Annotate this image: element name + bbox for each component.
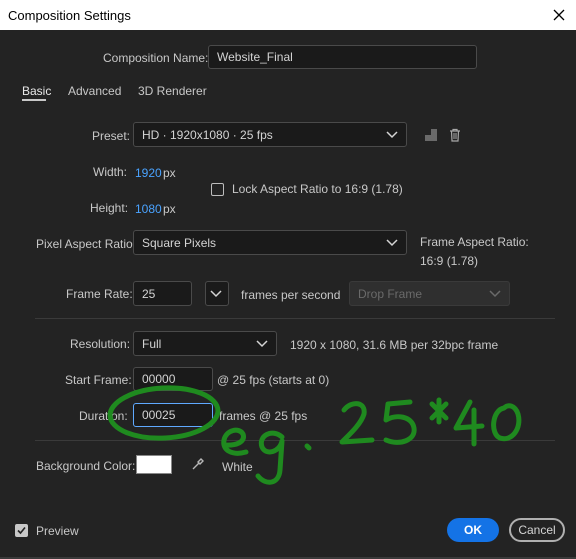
delete-preset-icon[interactable] [449, 128, 461, 142]
drop-frame-dropdown: Drop Frame [349, 281, 510, 306]
chevron-down-icon [386, 238, 398, 246]
frame-rate-unit: frames per second [241, 288, 341, 302]
drop-frame-value: Drop Frame [358, 286, 423, 301]
chevron-down-icon [256, 339, 268, 347]
frame-aspect-value: 16:9 (1.78) [420, 254, 479, 268]
pixel-aspect-value: Square Pixels [142, 235, 217, 250]
frame-rate-label: Frame Rate: [66, 287, 133, 301]
preset-label: Preset: [92, 129, 131, 143]
height-label: Height: [90, 201, 129, 215]
pixel-aspect-dropdown[interactable]: Square Pixels [133, 230, 407, 255]
checkmark-icon [17, 526, 26, 535]
frame-aspect-label: Frame Aspect Ratio: [420, 235, 529, 249]
resolution-info: 1920 x 1080, 31.6 MB per 32bpc frame [290, 338, 499, 352]
background-color-name: White [222, 460, 253, 474]
background-color-swatch[interactable] [136, 455, 172, 474]
resolution-label: Resolution: [70, 337, 131, 351]
eyedropper-icon[interactable] [191, 457, 205, 471]
active-tab-indicator [22, 99, 46, 101]
comp-name-input[interactable]: Website_Final [208, 45, 477, 69]
start-frame-input[interactable]: 00000 [133, 367, 213, 391]
close-icon[interactable] [546, 2, 572, 28]
section-divider [35, 318, 555, 319]
window-title: Composition Settings [8, 8, 131, 23]
frame-rate-value: 25 [142, 286, 156, 301]
start-frame-value: 00000 [142, 372, 176, 386]
height-unit: px [163, 202, 176, 216]
start-frame-label: Start Frame: [65, 373, 132, 387]
resolution-dropdown[interactable]: Full [133, 331, 277, 356]
pixel-aspect-label: Pixel Aspect Ratio: [36, 237, 137, 251]
frame-rate-menu-button[interactable] [205, 281, 229, 306]
comp-name-label: Composition Name: [103, 51, 209, 65]
tab-basic[interactable]: Basic [22, 84, 51, 98]
chevron-down-icon [210, 289, 222, 297]
tab-3d-renderer[interactable]: 3D Renderer [138, 84, 207, 98]
duration-value: 00025 [142, 408, 176, 422]
preview-checkbox[interactable] [15, 524, 28, 537]
background-color-label: Background Color: [36, 459, 136, 473]
comp-name-value: Website_Final [217, 50, 293, 64]
chevron-down-icon [489, 289, 501, 297]
section-divider [35, 440, 555, 441]
lock-aspect-label: Lock Aspect Ratio to 16:9 (1.78) [232, 182, 403, 196]
title-bar: Composition Settings [0, 0, 576, 30]
preset-value: HD · 1920x1080 · 25 fps [142, 127, 273, 142]
preset-dropdown[interactable]: HD · 1920x1080 · 25 fps [133, 122, 407, 147]
resolution-value: Full [142, 336, 162, 351]
width-label: Width: [93, 165, 128, 179]
duration-label: Duration: [79, 409, 128, 423]
lock-aspect-checkbox[interactable] [211, 183, 224, 196]
width-unit: px [163, 166, 176, 180]
frame-rate-input[interactable]: 25 [133, 281, 192, 306]
height-value[interactable]: 1080 [135, 202, 162, 216]
start-frame-info: @ 25 fps (starts at 0) [217, 373, 330, 387]
duration-info: frames @ 25 fps [219, 409, 308, 423]
cancel-button[interactable]: Cancel [509, 518, 565, 542]
preview-label: Preview [36, 524, 79, 538]
chevron-down-icon [386, 130, 398, 138]
width-value[interactable]: 1920 [135, 166, 162, 180]
duration-input[interactable]: 00025 [133, 403, 213, 427]
tab-advanced[interactable]: Advanced [68, 84, 121, 98]
ok-button[interactable]: OK [447, 518, 499, 542]
save-preset-icon[interactable] [424, 128, 438, 142]
